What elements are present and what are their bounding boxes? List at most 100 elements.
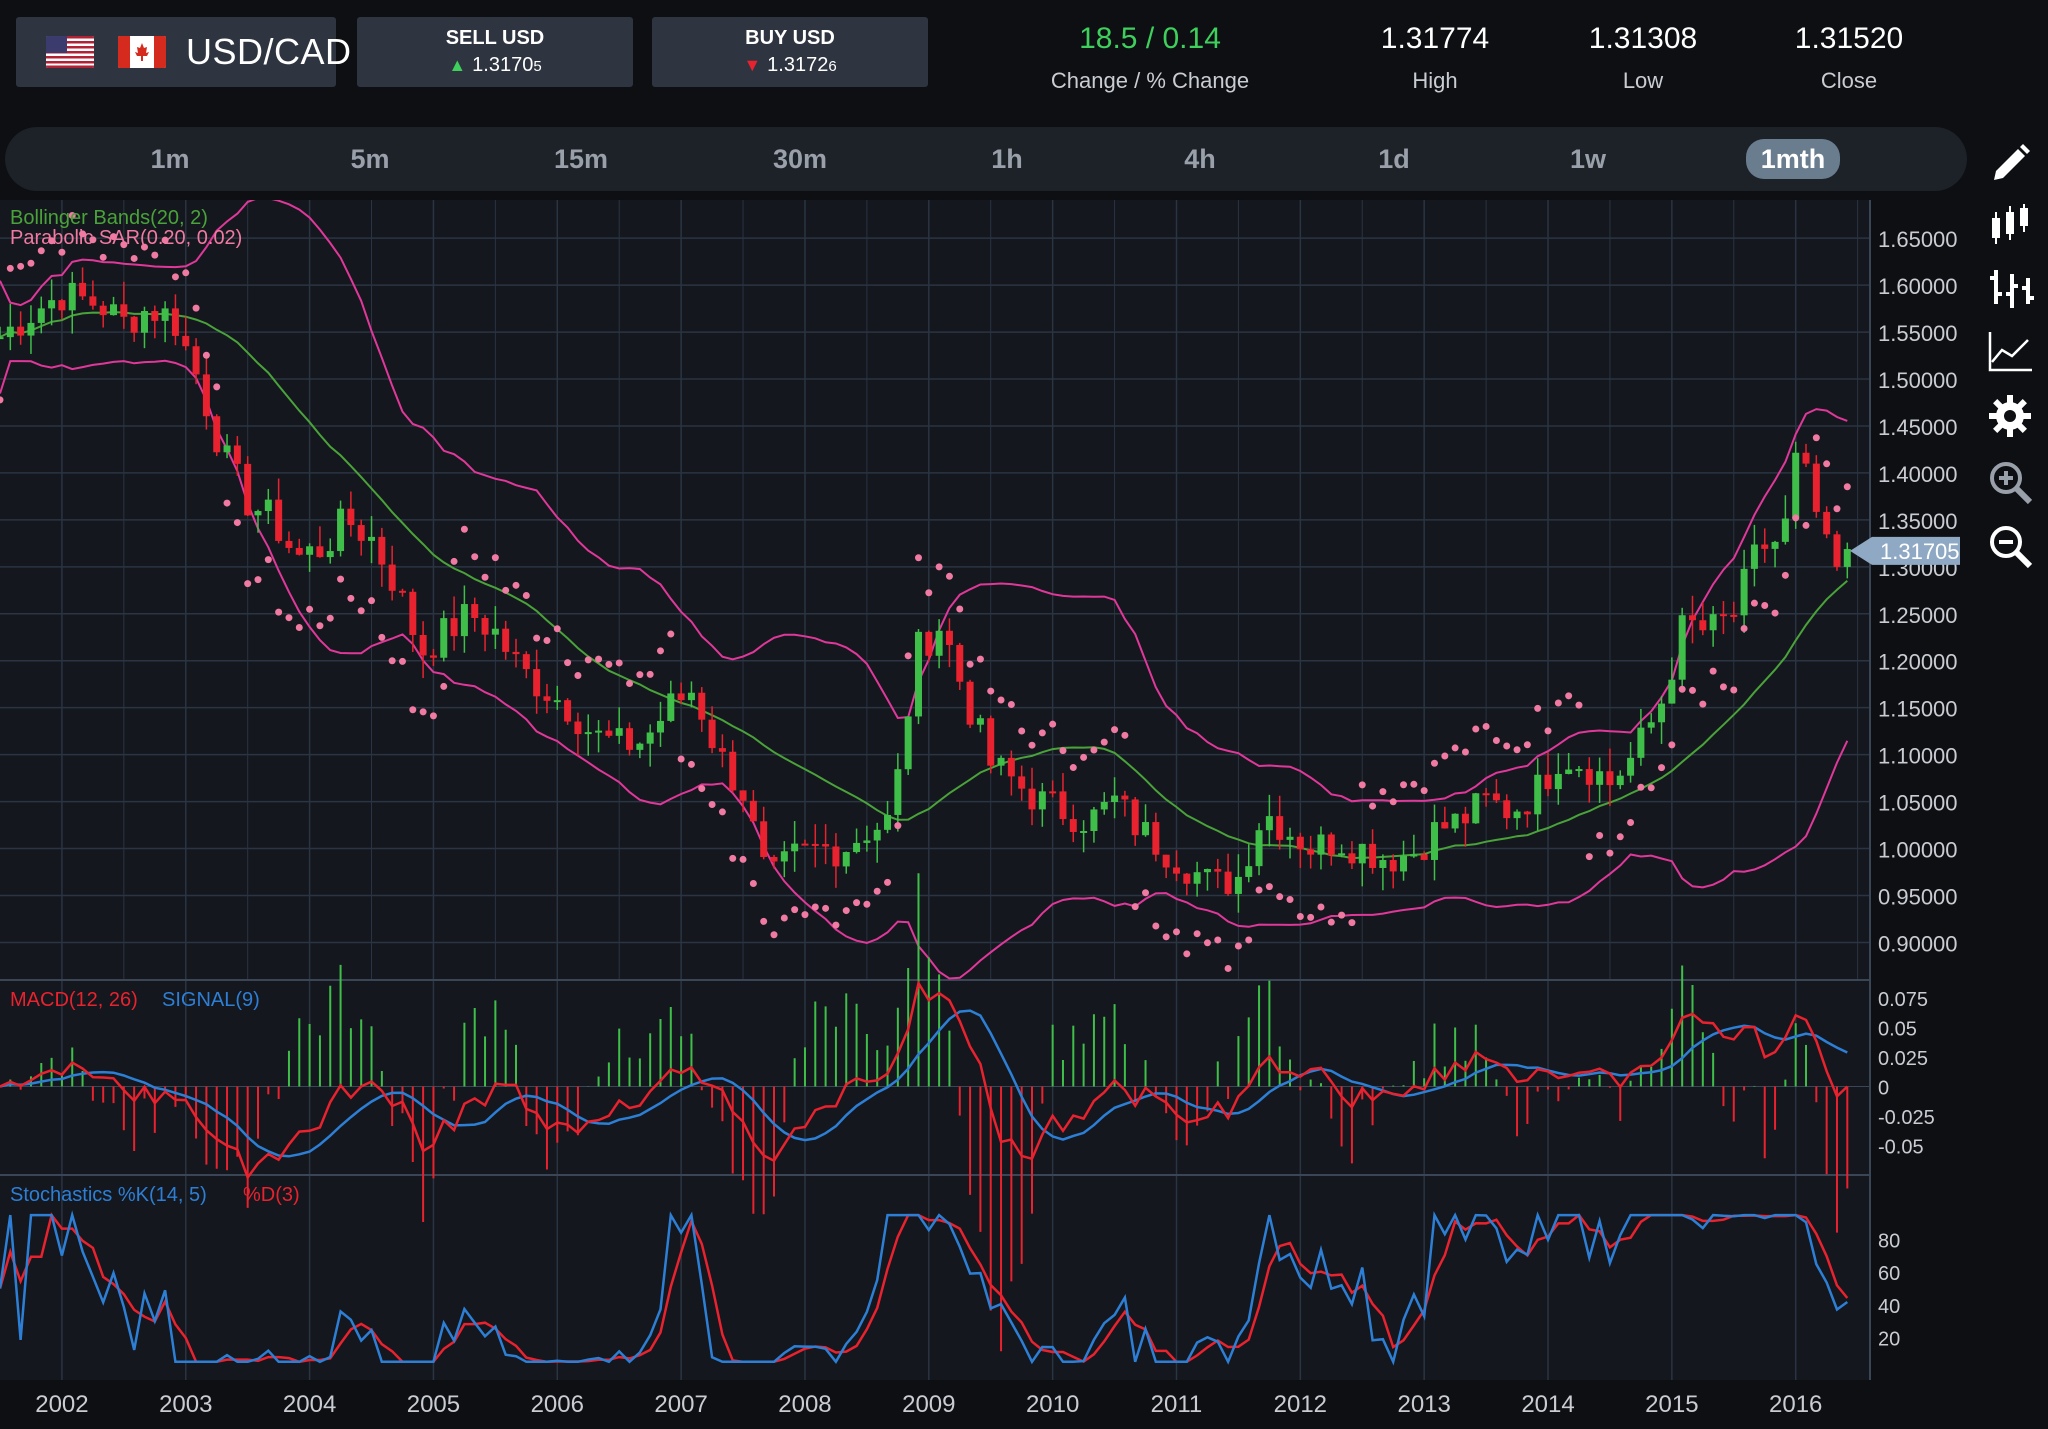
candle-body <box>1420 854 1428 860</box>
tab-timeframe-1w[interactable]: 1w <box>1543 139 1633 179</box>
candle-body <box>151 310 159 321</box>
sell-button[interactable]: SELL USD ▲ 1.31705 <box>357 17 633 87</box>
zoom-in-icon[interactable] <box>1980 452 2040 512</box>
sar-dot <box>337 575 345 583</box>
candle-body <box>945 630 953 645</box>
tab-timeframe-4h[interactable]: 4h <box>1155 139 1245 179</box>
sar-dot <box>533 634 541 642</box>
price-tick-label: 0.90000 <box>1878 931 1958 956</box>
line-chart-icon[interactable] <box>1980 322 2040 382</box>
sar-dot <box>1627 819 1635 827</box>
candle-body <box>1080 830 1088 833</box>
tab-timeframe-1m[interactable]: 1m <box>125 139 215 179</box>
sar-dot <box>770 931 778 939</box>
candle-body <box>749 800 757 822</box>
tab-timeframe-1h[interactable]: 1h <box>962 139 1052 179</box>
candle-body <box>409 591 417 636</box>
sar-dot <box>471 553 479 561</box>
candle-body <box>1410 854 1418 857</box>
price-chart-svg[interactable]: 2002 2003 2004 2005 2006 2007 2008 2009 2010 2011… <box>0 200 1972 1429</box>
candle-body <box>605 730 613 736</box>
candle-body <box>1121 795 1129 800</box>
sar-dot <box>450 557 458 565</box>
tab-timeframe-5m[interactable]: 5m <box>325 139 415 179</box>
x-tick-label: 2007 <box>654 1391 707 1418</box>
bollinger-label: Bollinger Bands(20, 2) <box>10 207 208 229</box>
candle-body <box>378 536 386 565</box>
sar-dot <box>1730 686 1738 694</box>
sar-dot <box>502 586 510 594</box>
pencil-icon[interactable] <box>1980 134 2040 194</box>
candle-body <box>884 814 892 830</box>
candle-body <box>58 300 66 311</box>
candle-body <box>832 846 840 867</box>
candle-body <box>1255 830 1263 867</box>
sar-dot <box>646 670 654 678</box>
sar-dot <box>213 383 221 391</box>
sar-dot <box>667 630 675 638</box>
tab-timeframe-15m[interactable]: 15m <box>531 139 631 179</box>
sar-dot <box>1585 853 1593 861</box>
candle-body <box>1637 727 1645 758</box>
candle-body <box>935 630 943 656</box>
sar-dot <box>1183 950 1191 958</box>
ohlc-bars-icon[interactable] <box>1980 258 2040 318</box>
zoom-out-icon[interactable] <box>1980 516 2040 576</box>
macd-tick-label: -0.05 <box>1878 1136 1924 1158</box>
candle-body <box>987 718 995 766</box>
sar-dot <box>1709 667 1717 675</box>
sar-dot <box>254 576 262 584</box>
candle-body <box>337 508 345 552</box>
sar-dot <box>1688 686 1696 694</box>
candle-body <box>636 743 644 750</box>
candle-body <box>1719 614 1727 617</box>
sar-dot <box>1482 722 1490 730</box>
gear-icon[interactable] <box>1980 386 2040 446</box>
candlestick-icon[interactable] <box>1980 196 2040 256</box>
sar-dot <box>1111 726 1119 734</box>
sar-dot <box>1265 883 1273 891</box>
sar-dot <box>429 712 437 720</box>
sar-dot <box>595 655 603 663</box>
us-flag-icon <box>46 36 94 68</box>
sar-dot <box>1503 742 1511 750</box>
sar-dot <box>419 708 427 716</box>
candle-body <box>1585 769 1593 785</box>
tab-timeframe-30m[interactable]: 30m <box>750 139 850 179</box>
candle-body <box>192 346 200 375</box>
sar-dot <box>1637 783 1645 791</box>
sar-dot <box>956 605 964 613</box>
candle-body <box>368 536 376 541</box>
candle-body <box>99 305 107 316</box>
sar-dot <box>749 879 757 887</box>
candle-body <box>471 604 479 619</box>
candle-body <box>1616 775 1624 786</box>
sar-dot <box>1203 939 1211 947</box>
candle-body <box>574 721 582 735</box>
sar-dot <box>171 273 179 281</box>
candle-body <box>1523 811 1531 815</box>
tab-timeframe-1mth[interactable]: 1mth <box>1746 139 1840 179</box>
sar-dot <box>718 808 726 816</box>
tab-timeframe-1d[interactable]: 1d <box>1349 139 1439 179</box>
sar-dot <box>27 259 35 267</box>
sar-dot <box>636 671 644 679</box>
sar-dot <box>491 554 499 562</box>
sar-dot <box>1420 787 1428 795</box>
sar-dot <box>1513 746 1521 754</box>
sar-dot <box>1596 831 1604 839</box>
sell-label: SELL USD <box>445 27 545 49</box>
sar-dot <box>1544 727 1552 735</box>
sar-dot <box>481 573 489 581</box>
instrument-header: USD/CAD SELL USD ▲ 1.31705 BUY USD ▼ 1.317… <box>0 0 2048 120</box>
chart-area[interactable]: 2002 2003 2004 2005 2006 2007 2008 2009 2010 2011… <box>0 200 1972 1429</box>
sar-dot <box>1317 903 1325 911</box>
pair-selector[interactable]: USD/CAD <box>16 17 351 87</box>
candle-body <box>1513 811 1521 819</box>
buy-button[interactable]: BUY USD ▼ 1.31726 <box>652 17 928 87</box>
price-tick-label: 1.65000 <box>1878 227 1958 252</box>
price-tick-label: 1.25000 <box>1878 603 1958 628</box>
candle-body <box>1430 822 1438 860</box>
x-tick-label: 2014 <box>1521 1391 1574 1418</box>
sar-dot <box>543 637 551 645</box>
